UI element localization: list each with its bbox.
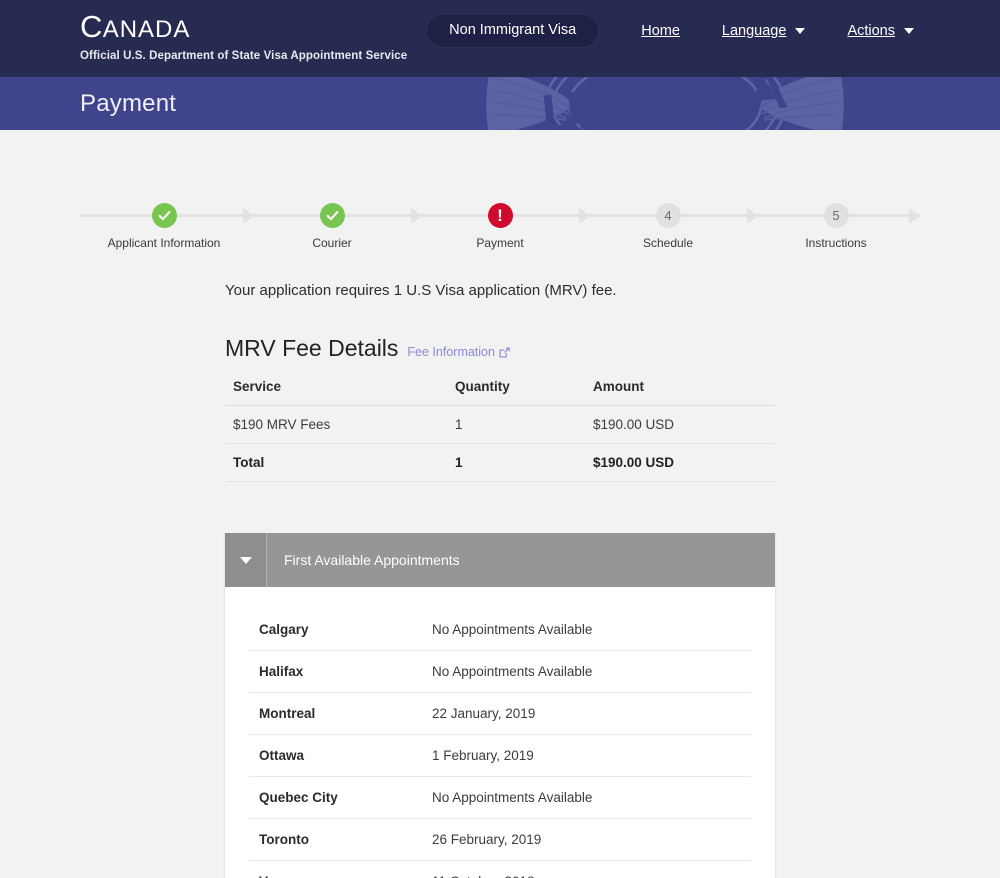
- fee-intro-text: Your application requires 1 U.S Visa app…: [225, 282, 617, 299]
- nav-language-label: Language: [721, 22, 787, 39]
- table-row: $190 MRV Fees 1 $190.00 USD: [225, 405, 775, 444]
- table-row-total: Total 1 $190.00 USD: [225, 443, 775, 482]
- mrv-fee-section-header: MRV Fee Details Fee Information: [225, 335, 777, 362]
- stepper-steps: Applicant Information Courier ! Payment …: [80, 197, 920, 250]
- nav-links: Non Immigrant Visa Home Language Actions: [426, 14, 914, 48]
- step-label: Instructions: [805, 236, 867, 250]
- step-label: Schedule: [642, 236, 694, 250]
- fee-information-label: Fee Information: [407, 345, 495, 359]
- cell-total-quantity: 1: [447, 443, 585, 482]
- cell-total-amount: $190.00 USD: [585, 443, 775, 482]
- svg-text:orary V: orary V: [570, 95, 602, 130]
- table-row: Calgary No Appointments Available: [249, 609, 751, 651]
- panel-title: First Available Appointments: [284, 552, 460, 568]
- cell-availability: 11 October, 2018: [422, 860, 751, 878]
- step-status-check-icon: [151, 203, 177, 228]
- page-banner: U.S. VISA orary V Temp Payment: [0, 77, 1000, 130]
- stepper-arrow-icon: [747, 208, 758, 224]
- nav-item-language[interactable]: Language: [680, 23, 806, 39]
- step-schedule[interactable]: 4 Schedule: [584, 197, 752, 250]
- step-courier[interactable]: Courier: [248, 197, 416, 250]
- stepper-arrow-icon: [909, 208, 920, 224]
- page-root: CANADA Official U.S. Department of State…: [0, 0, 1000, 878]
- cell-city: Toronto: [249, 818, 422, 861]
- stepper-arrow-icon: [411, 208, 422, 224]
- progress-stepper: Applicant Information Courier ! Payment …: [80, 197, 920, 267]
- brand-rest: ANADA: [102, 16, 191, 43]
- mrv-fee-table: Service Quantity Amount $190 MRV Fees 1 …: [225, 379, 775, 482]
- cell-availability: No Appointments Available: [422, 776, 751, 819]
- fee-information-link[interactable]: Fee Information: [407, 345, 510, 359]
- nav-home-label: Home: [641, 22, 680, 39]
- cell-total-label: Total: [225, 443, 447, 482]
- brand-logo[interactable]: CANADA Official U.S. Department of State…: [80, 10, 408, 63]
- step-applicant-information[interactable]: Applicant Information: [80, 197, 248, 250]
- cell-service: $190 MRV Fees: [225, 405, 447, 444]
- column-header-service: Service: [225, 379, 447, 406]
- first-available-appointments-panel: First Available Appointments Calgary No …: [225, 533, 775, 878]
- table-row: Quebec City No Appointments Available: [249, 776, 751, 819]
- stepper-arrow-icon: [243, 208, 254, 224]
- brand-title: CANADA: [80, 10, 407, 47]
- step-instructions[interactable]: 5 Instructions: [752, 197, 920, 250]
- table-row: Toronto 26 February, 2019: [249, 818, 751, 861]
- chevron-down-icon: [239, 556, 252, 564]
- cell-quantity: 1: [447, 405, 585, 444]
- cell-availability: 26 February, 2019: [422, 818, 751, 861]
- cell-city: Montreal: [249, 692, 422, 735]
- step-status-alert-icon: !: [487, 203, 513, 228]
- table-header-row: Service Quantity Amount: [225, 379, 775, 406]
- step-number-badge: 4: [655, 203, 681, 228]
- cell-amount: $190.00 USD: [585, 405, 775, 444]
- chevron-down-icon: [795, 27, 806, 34]
- table-row: Halifax No Appointments Available: [249, 650, 751, 693]
- step-number-badge: 5: [823, 203, 849, 228]
- step-label: Courier: [312, 236, 352, 250]
- step-label: Applicant Information: [107, 236, 221, 250]
- page-title: Payment: [80, 89, 177, 117]
- external-link-icon: [499, 346, 510, 358]
- panel-header[interactable]: First Available Appointments: [225, 533, 775, 587]
- section-title: MRV Fee Details: [225, 335, 399, 361]
- panel-collapse-toggle[interactable]: [225, 533, 267, 587]
- brand-initial: C: [80, 9, 103, 44]
- nav-item-home[interactable]: Home: [599, 23, 680, 39]
- cell-city: Quebec City: [249, 776, 422, 819]
- step-payment[interactable]: ! Payment: [416, 197, 584, 250]
- cell-city: Calgary: [249, 609, 422, 651]
- table-row: Vancouver 11 October, 2018: [249, 860, 751, 878]
- column-header-amount: Amount: [585, 379, 775, 406]
- cell-city: Ottawa: [249, 734, 422, 777]
- brand-subtitle: Official U.S. Department of State Visa A…: [80, 50, 408, 62]
- top-navigation-bar: CANADA Official U.S. Department of State…: [0, 0, 1000, 77]
- us-visa-stamp-watermark-icon: U.S. VISA orary V Temp: [486, 77, 844, 130]
- appointments-table: Calgary No Appointments Available Halifa…: [249, 609, 751, 878]
- table-row: Montreal 22 January, 2019: [249, 692, 751, 735]
- check-icon: [326, 211, 338, 221]
- cell-city: Halifax: [249, 650, 422, 693]
- nav-actions-label: Actions: [847, 22, 895, 39]
- table-row: Ottawa 1 February, 2019: [249, 734, 751, 777]
- check-icon: [158, 211, 170, 221]
- main-content: Your application requires 1 U.S Visa app…: [0, 282, 1000, 878]
- cell-availability: No Appointments Available: [422, 650, 751, 693]
- nav-non-immigrant-visa-pill[interactable]: Non Immigrant Visa: [426, 14, 600, 48]
- chevron-down-icon: [904, 27, 914, 34]
- cell-availability: 1 February, 2019: [422, 734, 751, 777]
- step-status-check-icon: [319, 203, 345, 228]
- stepper-arrow-icon: [579, 208, 590, 224]
- step-label: Payment: [476, 236, 524, 250]
- exclamation-icon: !: [497, 205, 503, 225]
- column-header-quantity: Quantity: [447, 379, 585, 406]
- nav-item-actions[interactable]: Actions: [805, 23, 914, 39]
- cell-availability: 22 January, 2019: [422, 692, 751, 735]
- svg-text:U.S. VISA: U.S. VISA: [539, 77, 790, 130]
- panel-body: Calgary No Appointments Available Halifa…: [225, 587, 775, 878]
- cell-availability: No Appointments Available: [422, 609, 751, 651]
- cell-city: Vancouver: [249, 860, 422, 878]
